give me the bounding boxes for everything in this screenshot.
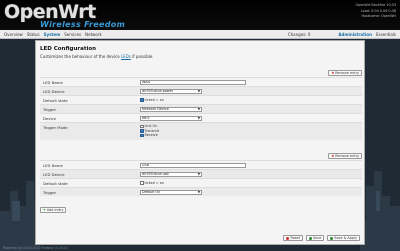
field-trigger: Trigger Network Device ▼ <box>40 104 362 113</box>
save-apply-label: Save & Apply <box>334 236 357 240</box>
mode-receive-label: Receive <box>144 133 158 137</box>
mode-receive-checkbox[interactable]: Receive <box>140 133 159 138</box>
field-led-device: LED Device dir505:blue:usb ▼ <box>40 169 362 178</box>
add-icon: + <box>43 208 46 212</box>
checkbox-box[interactable] <box>140 181 144 185</box>
save-icon <box>308 236 312 240</box>
field-led-device: LED Device dir505:blue:power ▼ <box>40 86 362 95</box>
remove-row: ✖Remove entry <box>40 153 362 160</box>
menu-item-services[interactable]: Services <box>62 30 83 39</box>
brand-tagline: Wireless Freedom <box>40 20 126 29</box>
default-state-checkbox[interactable]: ticked = on <box>140 181 164 186</box>
changes-indicator[interactable]: Changes: 0 <box>286 30 313 39</box>
add-label: Add entry <box>46 208 64 212</box>
header: OpenWrt Wireless Freedom OpenWrt Backfir… <box>0 0 400 30</box>
chevron-down-icon: ▼ <box>197 106 200 111</box>
apply-icon <box>330 236 334 240</box>
page-description: Customizes the behaviour of the device L… <box>36 52 364 59</box>
checkbox-box[interactable] <box>140 133 144 137</box>
menu-item-status[interactable]: Status <box>25 30 42 39</box>
reset-label: Reset <box>290 236 300 240</box>
field-default-state: Default state ticked = on <box>40 95 362 104</box>
checkbox-box[interactable] <box>140 124 144 128</box>
led-section-2: ✖Remove entry LED Name USB LED Device di… <box>40 153 362 196</box>
remove-label: Remove entry <box>335 71 359 75</box>
chevron-down-icon: ▼ <box>197 115 200 120</box>
save-apply-button[interactable]: Save & Apply <box>327 235 360 241</box>
add-entry-button[interactable]: +Add entry <box>40 207 67 213</box>
desc-text-post: if possible. <box>130 54 154 59</box>
field-led-name: LED Name WAN <box>40 77 362 86</box>
menu-item-essentials[interactable]: Essentials <box>374 30 398 39</box>
remove-row: ✖Remove entry <box>40 70 362 77</box>
netdev-select[interactable]: eth1 ▼ <box>140 115 202 121</box>
led-device-select[interactable]: dir505:blue:power ▼ <box>140 88 202 94</box>
led-section-1: ✖Remove entry LED Name WAN LED Device di… <box>40 70 362 140</box>
main-content: LED Configuration Customizes the behavio… <box>35 40 365 245</box>
reset-button[interactable]: Reset <box>283 235 303 241</box>
brand-logo: OpenWrt <box>4 1 96 23</box>
trigger-select[interactable]: Network Device ▼ <box>140 106 202 112</box>
remove-entry-button[interactable]: ✖Remove entry <box>328 153 362 159</box>
led-name-input[interactable]: USB <box>140 162 246 168</box>
save-label: Save <box>312 236 322 240</box>
field-device: Device eth1 ▼ <box>40 113 362 122</box>
page-title: LED Configuration <box>40 46 97 52</box>
desc-link-leds[interactable]: LEDs <box>121 54 131 59</box>
desc-text-pre: Customizes the behaviour of the device <box>40 54 121 59</box>
trigger-label: Trigger <box>43 190 57 195</box>
remove-entry-button[interactable]: ✖Remove entry <box>328 70 362 76</box>
checkbox-box[interactable] <box>140 129 144 133</box>
system-info: OpenWrt Backfire 10.03 Load: 0.04 0.06 0… <box>355 3 396 20</box>
field-default-state: Default state ticked = on <box>40 178 362 187</box>
netdev-value: eth1 <box>142 115 150 120</box>
field-trigger-mode: Trigger Mode Link On Transmit Receive <box>40 122 362 140</box>
led-device-value: dir505:blue:usb <box>142 171 169 176</box>
field-trigger: Trigger Default On ▼ <box>40 187 362 196</box>
trigger-value: Default On <box>142 189 161 194</box>
trigger-select[interactable]: Default On ▼ <box>140 189 202 195</box>
checkbox-box[interactable] <box>140 98 144 102</box>
menu-right: Changes: 0 Administration Essentials <box>286 30 398 39</box>
field-led-name: LED Name USB <box>40 160 362 169</box>
menu-item-network[interactable]: Network <box>83 30 104 39</box>
menu-item-overview[interactable]: Overview <box>2 30 25 39</box>
remove-icon: ✖ <box>331 71 335 75</box>
remove-label: Remove entry <box>335 154 359 158</box>
menu-item-system[interactable]: System <box>42 30 63 39</box>
sysinfo-release: OpenWrt Backfire 10.03 <box>355 3 396 7</box>
default-state-hint: ticked = on <box>144 180 164 185</box>
led-name-input[interactable]: WAN <box>140 79 246 85</box>
trigger-value: Network Device <box>142 106 169 111</box>
form-actions: Reset Save Save & Apply <box>283 235 360 241</box>
reset-icon <box>286 236 290 240</box>
led-device-select[interactable]: dir505:blue:usb ▼ <box>140 171 202 177</box>
remove-icon: ✖ <box>331 154 335 158</box>
default-state-hint: ticked = on <box>144 97 164 102</box>
chevron-down-icon: ▼ <box>197 189 200 194</box>
save-button[interactable]: Save <box>305 235 325 241</box>
main-menu: Overview Status System Services Network <box>2 30 104 39</box>
default-state-checkbox[interactable]: ticked = on <box>140 98 164 103</box>
footer: Powered by LuCI 0.10.0 Release (0.10.0) <box>3 246 68 250</box>
menu-item-administration[interactable]: Administration <box>336 30 374 39</box>
trigger-mode-label: Trigger Mode <box>43 125 68 130</box>
chevron-down-icon: ▼ <box>197 171 200 176</box>
led-device-value: dir505:blue:power <box>142 88 174 93</box>
sysinfo-hostname: Hostname: OpenWrt <box>361 14 396 18</box>
chevron-down-icon: ▼ <box>197 88 200 93</box>
menubar: Overview Status System Services Network … <box>0 30 400 39</box>
